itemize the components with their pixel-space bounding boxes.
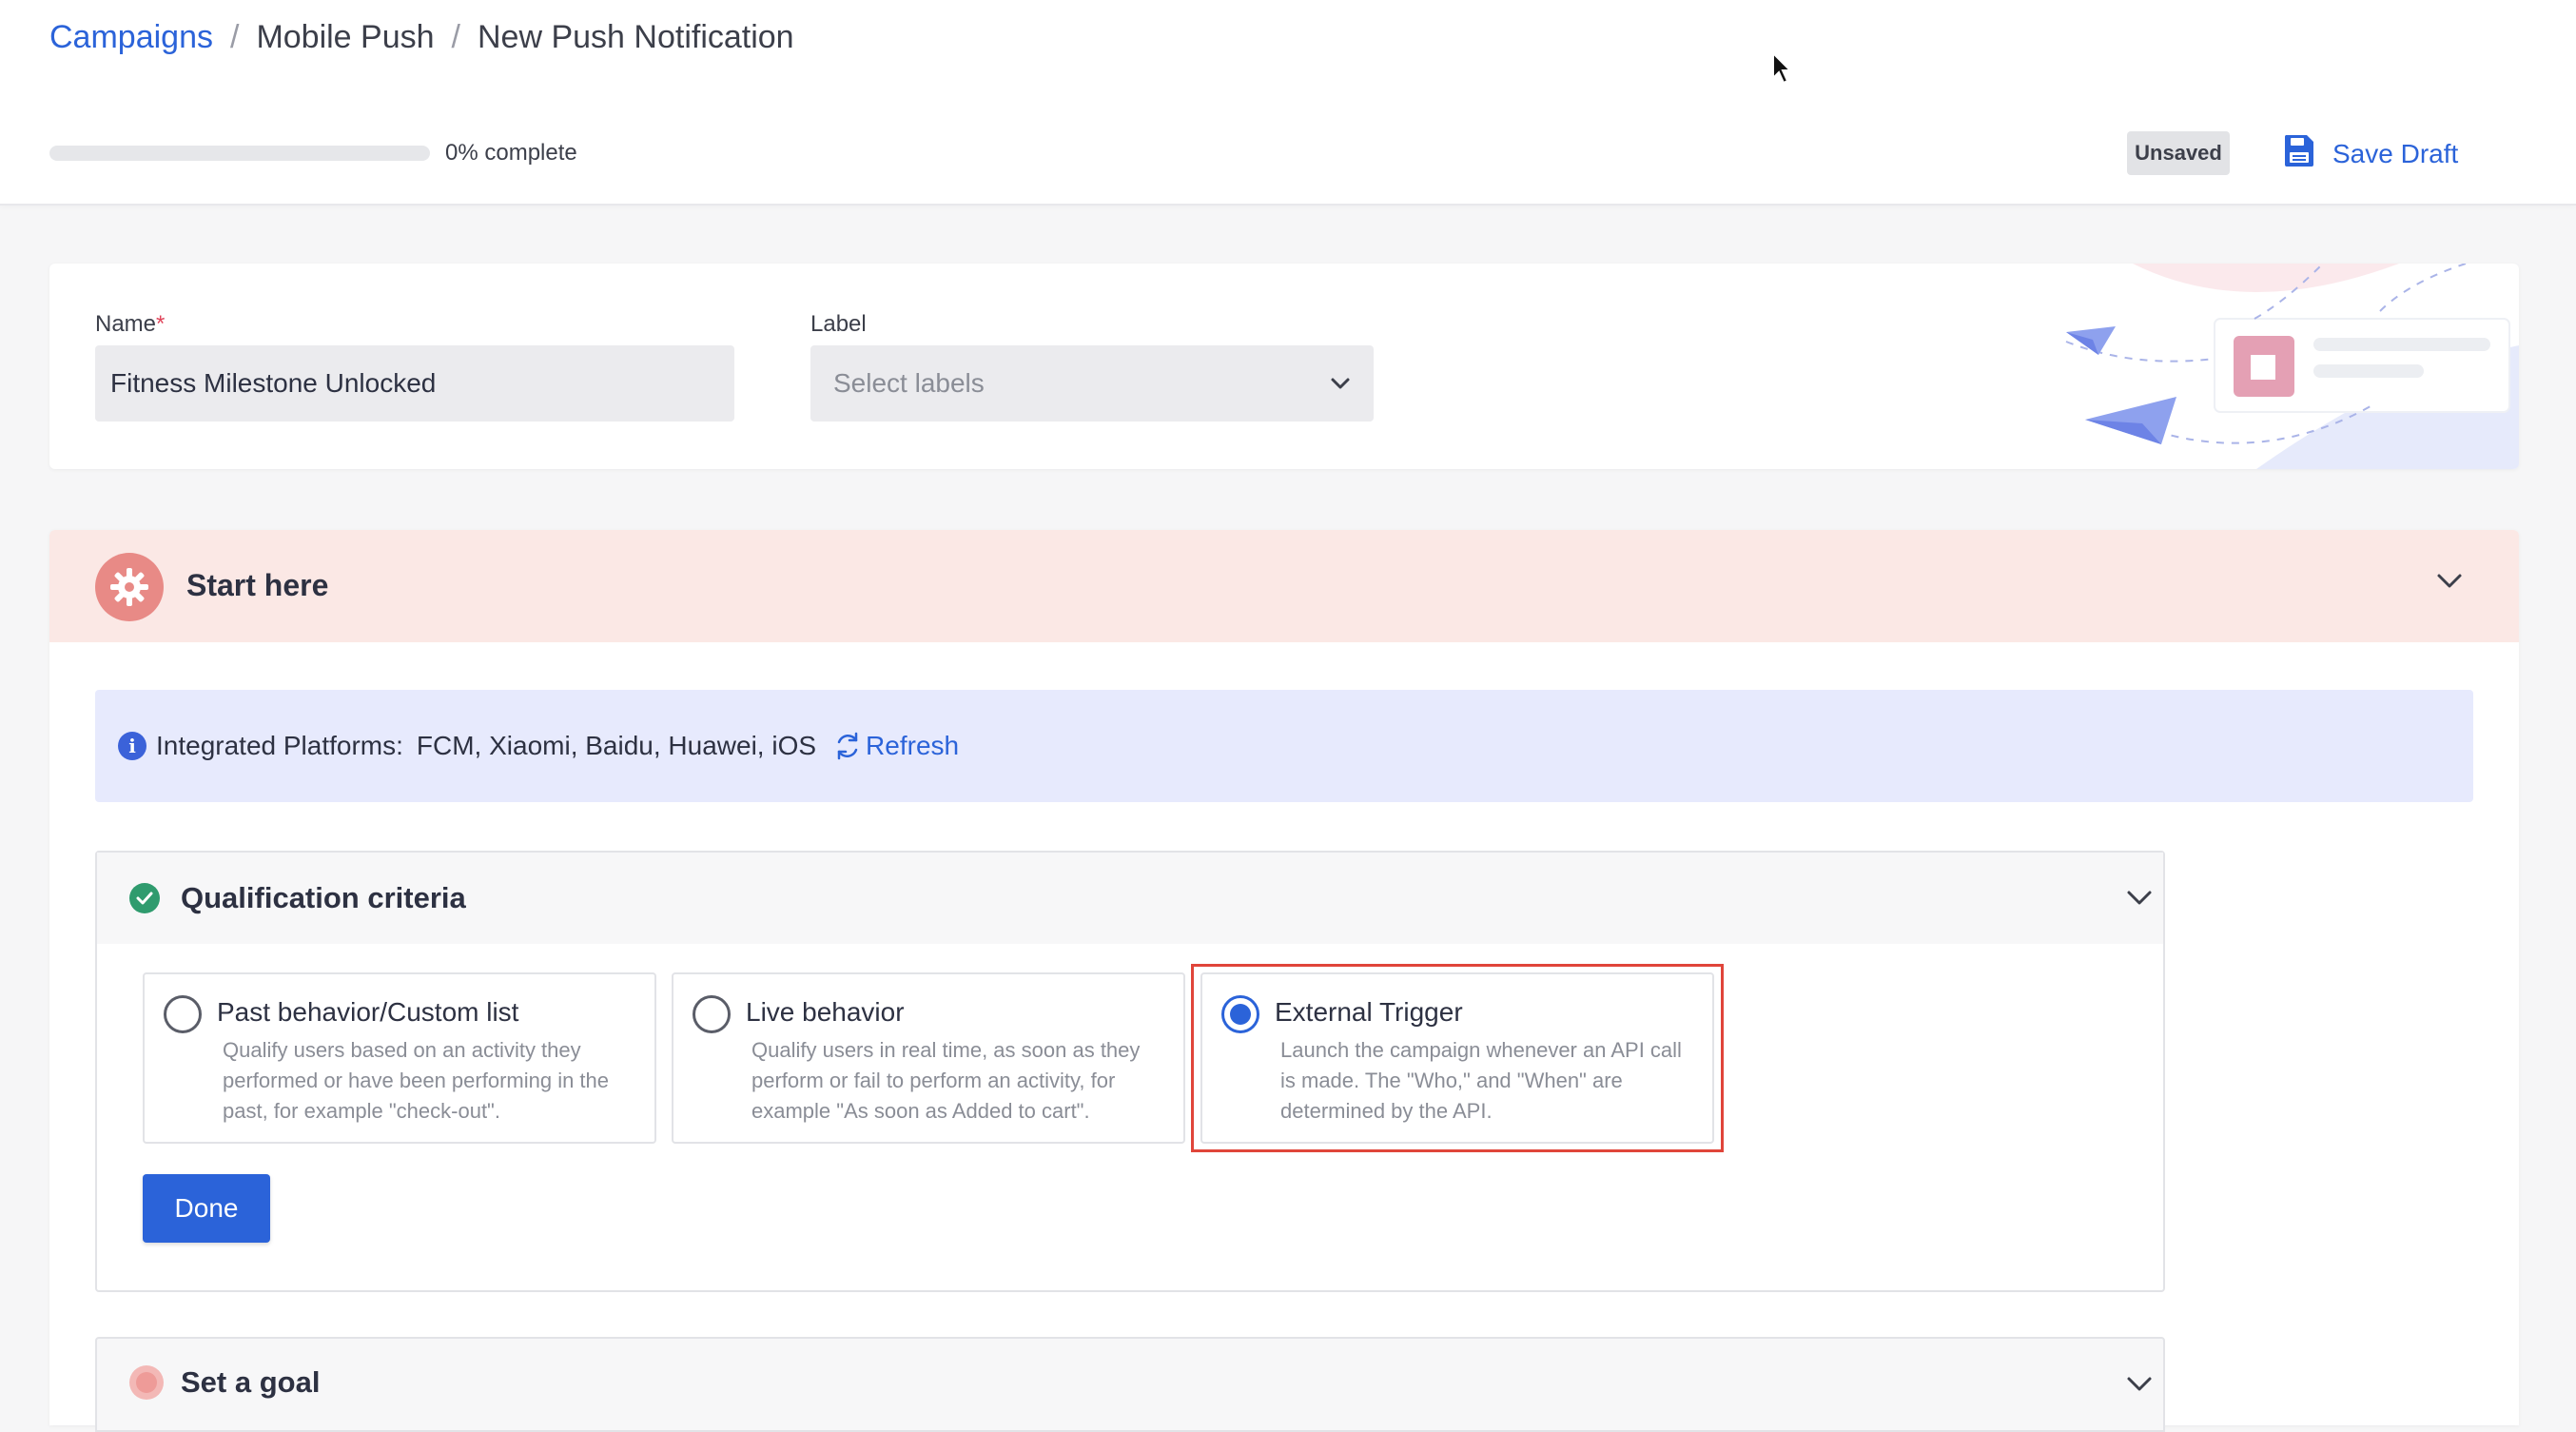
chevron-down-icon[interactable] <box>2125 889 2154 908</box>
breadcrumb-separator: / <box>229 19 240 55</box>
option-title: Live behavior <box>746 997 905 1027</box>
save-icon <box>2283 133 2315 174</box>
progress-label: 0% complete <box>445 140 577 166</box>
cursor-icon <box>1771 50 1794 90</box>
start-here-title: Start here <box>186 568 329 602</box>
integrated-platforms-label: Integrated Platforms: <box>156 731 403 760</box>
campaign-info-card: Name* Label Select labels <box>49 264 2519 469</box>
option-title: External Trigger <box>1275 997 1463 1027</box>
breadcrumb: Campaigns / Mobile Push / New Push Notif… <box>49 19 794 56</box>
start-here-header[interactable]: Start here <box>49 530 2519 642</box>
gear-icon <box>95 553 164 621</box>
paper-plane-icon <box>2065 264 2519 469</box>
option-description: Qualify users based on an activity they … <box>223 1038 610 1123</box>
progress-bar <box>49 146 430 161</box>
option-description: Qualify users in real time, as soon as t… <box>751 1038 1141 1123</box>
qualification-criteria-section: Qualification criteria Past behavior/Cus… <box>95 851 2165 1292</box>
qualification-criteria-title: Qualification criteria <box>181 881 466 914</box>
campaign-name-input[interactable] <box>95 345 734 422</box>
option-past-behavior[interactable]: Past behavior/Custom list Qualify users … <box>143 972 656 1144</box>
radio-live-behavior[interactable] <box>693 995 731 1033</box>
breadcrumb-campaigns-link[interactable]: Campaigns <box>49 19 213 56</box>
chevron-down-icon <box>1331 378 1350 389</box>
done-button[interactable]: Done <box>143 1174 270 1243</box>
refresh-button[interactable]: Refresh <box>833 731 959 761</box>
option-live-behavior[interactable]: Live behavior Qualify users in real time… <box>672 972 1185 1144</box>
status-badge: Unsaved <box>2127 131 2230 175</box>
top-bar: Campaigns / Mobile Push / New Push Notif… <box>0 0 2576 206</box>
integrated-platforms-banner: i Integrated Platforms: FCM, Xiaomi, Bai… <box>95 690 2473 802</box>
save-draft-label: Save Draft <box>2332 138 2459 168</box>
option-external-trigger[interactable]: External Trigger Launch the campaign whe… <box>1200 972 1714 1144</box>
start-here-section: Start here i Integrated Platforms: FCM, … <box>49 530 2519 1432</box>
radio-external-trigger[interactable] <box>1221 995 1259 1033</box>
label-select-placeholder: Select labels <box>833 368 985 398</box>
goal-status-icon <box>129 1365 164 1400</box>
chevron-down-icon[interactable] <box>2435 572 2464 591</box>
save-draft-button[interactable]: Save Draft <box>2283 133 2458 174</box>
breadcrumb-current-page: New Push Notification <box>478 19 794 55</box>
refresh-label: Refresh <box>866 731 960 760</box>
radio-past-behavior[interactable] <box>164 995 202 1033</box>
label-field-label: Label <box>810 311 867 337</box>
check-icon <box>129 883 160 913</box>
breadcrumb-separator: / <box>451 19 460 55</box>
qualification-criteria-header[interactable]: Qualification criteria <box>97 853 2163 944</box>
info-icon: i <box>118 732 146 760</box>
option-title: Past behavior/Custom list <box>217 997 519 1027</box>
label-select[interactable]: Select labels <box>810 345 1374 422</box>
set-goal-section[interactable]: Set a goal <box>95 1337 2165 1432</box>
integrated-platforms-value: FCM, Xiaomi, Baidu, Huawei, iOS <box>416 731 817 760</box>
set-goal-title: Set a goal <box>181 1365 321 1399</box>
breadcrumb-mobile-push[interactable]: Mobile Push <box>256 19 434 56</box>
name-field-label: Name* <box>95 311 166 337</box>
chevron-down-icon[interactable] <box>2125 1375 2154 1394</box>
refresh-icon <box>837 732 858 760</box>
option-description: Launch the campaign whenever an API call… <box>1280 1038 1682 1123</box>
